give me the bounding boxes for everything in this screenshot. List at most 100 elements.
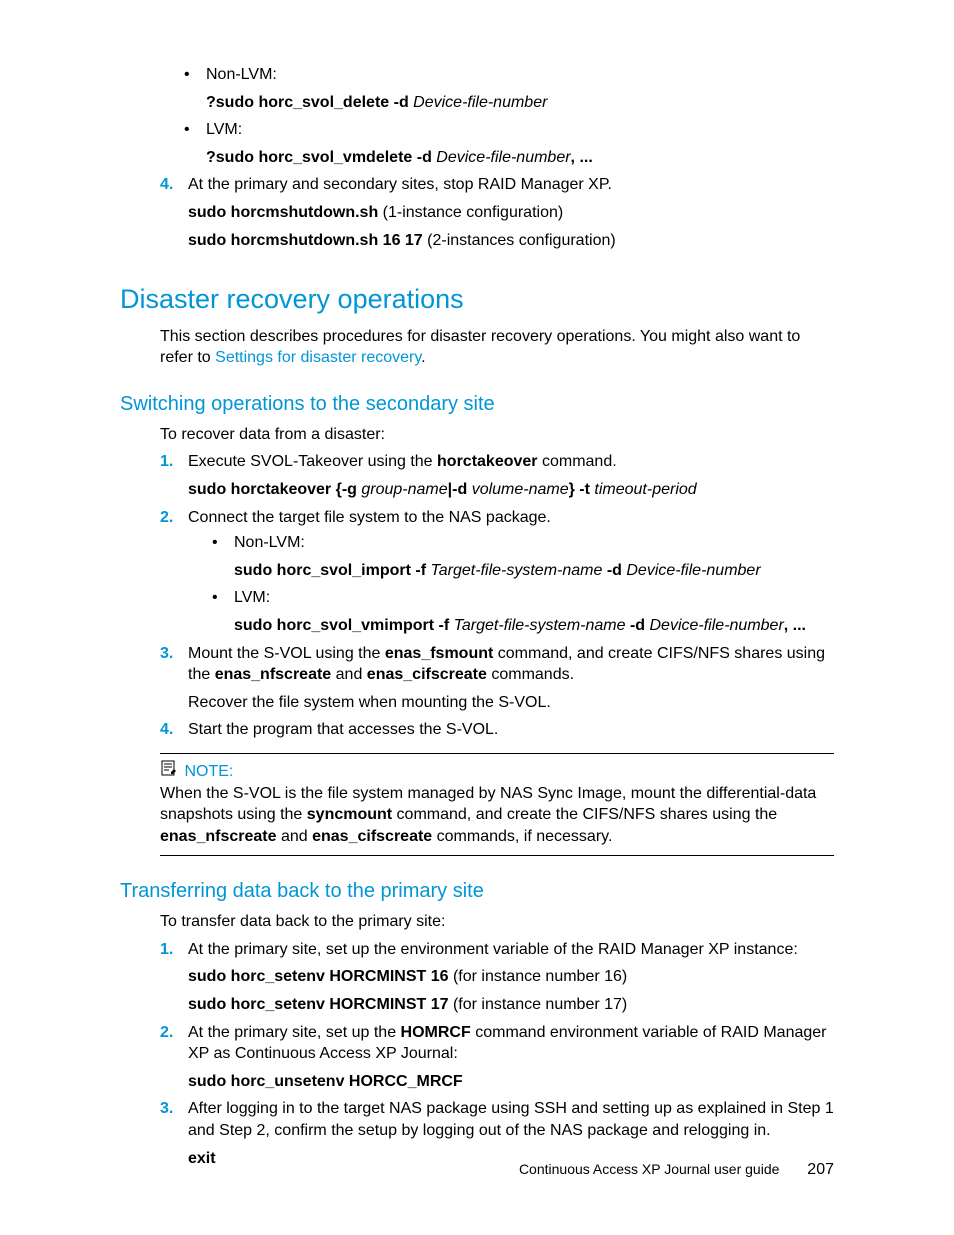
- cmd-b: -d: [626, 617, 650, 634]
- step-text: Connect the target file system to the NA…: [188, 509, 551, 526]
- cmd-b: sudo horc_svol_import -f: [234, 562, 430, 579]
- t: and: [277, 828, 313, 845]
- step-bold: horctakeover: [437, 453, 538, 470]
- bullet-list: Non-LVM: sudo horc_svol_import -f Target…: [212, 532, 834, 636]
- cmd-arg: Device-file-number: [436, 149, 570, 166]
- cmd-b: sudo horc_svol_vmimport -f: [234, 617, 454, 634]
- cmd-trail: , ...: [784, 617, 806, 634]
- bullet-label: LVM:: [234, 589, 270, 606]
- step-number: 3.: [160, 1098, 173, 1120]
- b: HOMRCF: [401, 1024, 471, 1041]
- transfer-steps: 1. At the primary site, set up the envir…: [160, 939, 834, 1169]
- cmd-bold: ?sudo horc_svol_delete -d: [206, 94, 413, 111]
- b: enas_fsmount: [385, 645, 493, 662]
- t: Mount the S-VOL using the: [188, 645, 385, 662]
- cmd-r: (for instance number 16): [449, 968, 628, 985]
- page-number: 207: [807, 1161, 834, 1178]
- top-steps: Non-LVM: ?sudo horc_svol_delete -d Devic…: [160, 64, 834, 251]
- command: sudo horc_setenv HORCMINST 16 (for insta…: [188, 966, 834, 988]
- t: commands.: [487, 666, 574, 683]
- step-text: At the primary and secondary sites, stop…: [188, 176, 612, 193]
- step-number: 4.: [160, 719, 173, 741]
- link-settings-disaster-recovery[interactable]: Settings for disaster recovery: [215, 349, 421, 366]
- step-1: 1. At the primary site, set up the envir…: [160, 939, 834, 1016]
- command: ?sudo horc_svol_vmdelete -d Device-file-…: [206, 147, 834, 169]
- subhead-transferring-data: Transferring data back to the primary si…: [120, 878, 834, 905]
- note-rule-top: [160, 753, 834, 754]
- t: At the primary site, set up the: [188, 1024, 401, 1041]
- subsection-intro: To recover data from a disaster:: [160, 424, 834, 446]
- command: sudo horc_svol_import -f Target-file-sys…: [234, 560, 834, 582]
- bullet-label: Non-LVM:: [206, 66, 277, 83]
- step-4: 4. At the primary and secondary sites, s…: [160, 174, 834, 251]
- cmd-b: sudo horctakeover {-g: [188, 481, 361, 498]
- section-heading-disaster-recovery: Disaster recovery operations: [120, 281, 834, 317]
- document-body: Non-LVM: ?sudo horc_svol_delete -d Devic…: [120, 64, 834, 1169]
- step-text: After logging in to the target NAS packa…: [188, 1100, 834, 1139]
- cmd-arg: Device-file-number: [413, 94, 547, 111]
- step-2: 2. At the primary site, set up the HOMRC…: [160, 1022, 834, 1093]
- cmd-i: Target-file-system-name: [430, 562, 602, 579]
- bullet-label: LVM:: [206, 121, 242, 138]
- cmd-trail: , ...: [571, 149, 593, 166]
- switching-steps: 1. Execute SVOL-Takeover using the horct…: [160, 451, 834, 741]
- b: enas_cifscreate: [312, 828, 432, 845]
- cmd-i: Device-file-number: [650, 617, 784, 634]
- cmd-b: sudo horc_unsetenv HORCC_MRCF: [188, 1073, 463, 1090]
- cmd-i: Device-file-number: [626, 562, 760, 579]
- subsection-intro: To transfer data back to the primary sit…: [160, 911, 834, 933]
- step-number: 1.: [160, 939, 173, 961]
- intro-text-b: .: [421, 349, 425, 366]
- subhead-switching-ops: Switching operations to the secondary si…: [120, 391, 834, 418]
- cmd-i: timeout-period: [594, 481, 696, 498]
- t: commands, if necessary.: [432, 828, 612, 845]
- step-text: At the primary site, set up the environm…: [188, 941, 798, 958]
- bullet-lvm: LVM: sudo horc_svol_vmimport -f Target-f…: [212, 587, 834, 636]
- step-text: Start the program that accesses the S-VO…: [188, 721, 498, 738]
- note-block: NOTE: When the S-VOL is the file system …: [160, 760, 834, 847]
- step-number: 4.: [160, 174, 173, 196]
- cmd-bold: ?sudo horc_svol_vmdelete -d: [206, 149, 436, 166]
- cmd-b: sudo horc_setenv HORCMINST 17: [188, 996, 449, 1013]
- command: ?sudo horc_svol_delete -d Device-file-nu…: [206, 92, 834, 114]
- bullet-nonlvm: Non-LVM: ?sudo horc_svol_delete -d Devic…: [184, 64, 834, 113]
- implied-step-bullets: Non-LVM: ?sudo horc_svol_delete -d Devic…: [160, 64, 834, 168]
- step-number: 2.: [160, 1022, 173, 1044]
- command: sudo horc_setenv HORCMINST 17 (for insta…: [188, 994, 834, 1016]
- step-number: 2.: [160, 507, 173, 529]
- t: command, and create the CIFS/NFS shares …: [392, 806, 777, 823]
- step-1: 1. Execute SVOL-Takeover using the horct…: [160, 451, 834, 500]
- cmd-i: Target-file-system-name: [454, 617, 626, 634]
- cmd-r: (for instance number 17): [449, 996, 628, 1013]
- bullet-label: Non-LVM:: [234, 534, 305, 551]
- step-3: 3. Mount the S-VOL using the enas_fsmoun…: [160, 643, 834, 714]
- step-3: 3. After logging in to the target NAS pa…: [160, 1098, 834, 1169]
- note-body: When the S-VOL is the file system manage…: [160, 783, 834, 848]
- cmd-b: sudo horc_setenv HORCMINST 16: [188, 968, 449, 985]
- step-2: 2. Connect the target file system to the…: [160, 507, 834, 637]
- command: sudo horc_unsetenv HORCC_MRCF: [188, 1071, 834, 1093]
- step-extra: Recover the file system when mounting th…: [188, 692, 834, 714]
- cmd-b: } -t: [569, 481, 595, 498]
- section-intro: This section describes procedures for di…: [160, 326, 834, 369]
- cmd-b: |-d: [448, 481, 472, 498]
- step-text-post: command.: [538, 453, 617, 470]
- cmd-b: -d: [602, 562, 626, 579]
- command: sudo horcmshutdown.sh 16 17 (2-instances…: [188, 230, 834, 252]
- b: enas_nfscreate: [215, 666, 332, 683]
- cmd-i: group-name: [361, 481, 447, 498]
- note-rule-bottom: [160, 855, 834, 856]
- cmd-bold: sudo horcmshutdown.sh 16 17: [188, 232, 423, 249]
- cmd-b: exit: [188, 1150, 216, 1167]
- page-footer: Continuous Access XP Journal user guide …: [519, 1161, 834, 1179]
- t: and: [331, 666, 367, 683]
- command: sudo horcmshutdown.sh (1-instance config…: [188, 202, 834, 224]
- note-heading: NOTE:: [184, 763, 233, 780]
- cmd-i: volume-name: [472, 481, 569, 498]
- bullet-nonlvm: Non-LVM: sudo horc_svol_import -f Target…: [212, 532, 834, 581]
- step-number: 1.: [160, 451, 173, 473]
- cmd-rest: (1-instance configuration): [378, 204, 563, 221]
- step-4: 4. Start the program that accesses the S…: [160, 719, 834, 741]
- b: enas_cifscreate: [367, 666, 487, 683]
- footer-text: Continuous Access XP Journal user guide: [519, 1161, 779, 1177]
